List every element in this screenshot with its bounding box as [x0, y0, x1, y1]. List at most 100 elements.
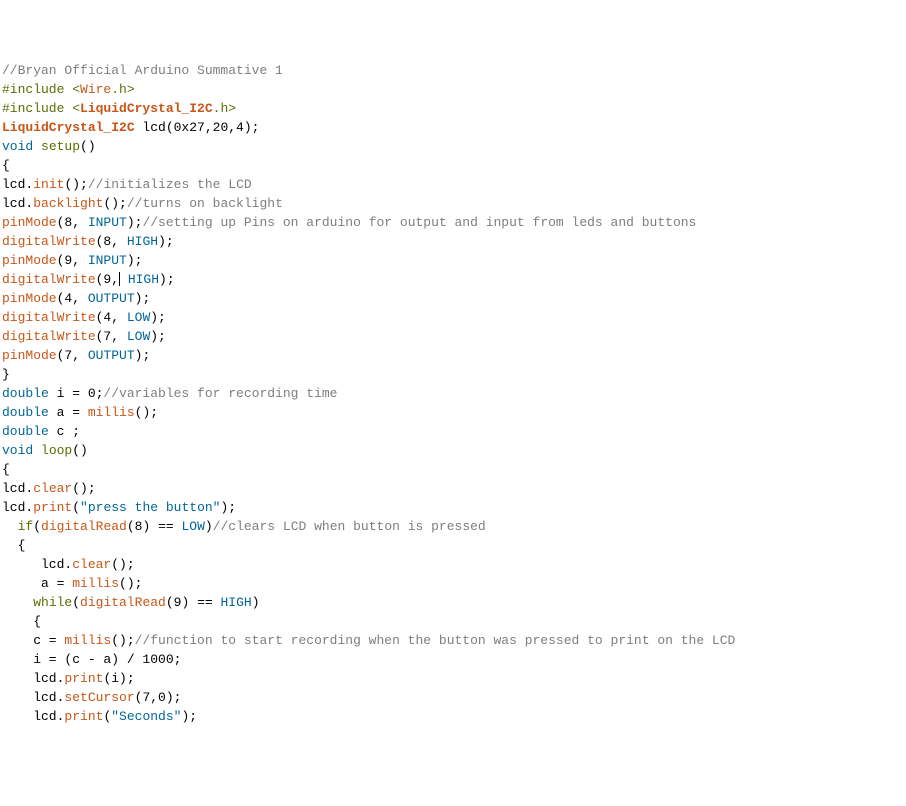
code-line: lcd.print("Seconds");: [2, 707, 904, 726]
code-token: digitalRead: [41, 519, 127, 534]
code-token: LOW: [181, 519, 204, 534]
code-line: lcd.init();//initializes the LCD: [2, 175, 904, 194]
code-token: (: [72, 595, 80, 610]
code-token: );: [220, 500, 236, 515]
code-token: ): [205, 519, 213, 534]
code-token: HIGH: [220, 595, 251, 610]
code-token: [33, 443, 41, 458]
code-token: lcd.: [2, 196, 33, 211]
code-token: digitalRead: [80, 595, 166, 610]
code-line: }: [2, 365, 904, 384]
code-token: );: [127, 215, 143, 230]
code-line: double a = millis();: [2, 403, 904, 422]
code-token: (8,: [96, 234, 127, 249]
code-line: pinMode(4, OUTPUT);: [2, 289, 904, 308]
code-line: lcd.setCursor(7,0);: [2, 688, 904, 707]
code-line: #include <Wire.h>: [2, 80, 904, 99]
code-token: Wire: [80, 82, 111, 97]
code-token: if: [18, 519, 34, 534]
code-token: a =: [2, 576, 72, 591]
code-token: ();: [135, 405, 158, 420]
code-line: {: [2, 156, 904, 175]
code-token: i = 0;: [49, 386, 104, 401]
code-token: [2, 595, 33, 610]
code-token: lcd.: [2, 690, 64, 705]
code-token: "press the button": [80, 500, 220, 515]
code-token: (7,0);: [135, 690, 182, 705]
code-token: double: [2, 424, 49, 439]
code-token: OUTPUT: [88, 348, 135, 363]
code-editor[interactable]: //Bryan Official Arduino Summative 1#inc…: [2, 61, 904, 726]
code-token: void: [2, 443, 33, 458]
code-token: lcd.: [2, 500, 33, 515]
code-line: lcd.print("press the button");: [2, 498, 904, 517]
code-token: ();: [119, 576, 142, 591]
code-token: init: [33, 177, 64, 192]
code-line: a = millis();: [2, 574, 904, 593]
code-token: backlight: [33, 196, 103, 211]
code-token: );: [135, 291, 151, 306]
code-line: //Bryan Official Arduino Summative 1: [2, 61, 904, 80]
code-token: (7,: [57, 348, 88, 363]
code-line: void loop(): [2, 441, 904, 460]
code-token: (4,: [96, 310, 127, 325]
code-token: ();: [111, 633, 134, 648]
code-line: pinMode(7, OUTPUT);: [2, 346, 904, 365]
code-token: LOW: [127, 310, 150, 325]
code-token: lcd.: [2, 557, 72, 572]
code-token: );: [135, 348, 151, 363]
code-token: HIGH: [127, 234, 158, 249]
code-token: //initializes the LCD: [88, 177, 252, 192]
code-line: digitalWrite(9, HIGH);: [2, 270, 904, 289]
code-token: setCursor: [64, 690, 134, 705]
code-token: lcd.: [2, 481, 33, 496]
code-token: while: [33, 595, 72, 610]
code-token: pinMode: [2, 253, 57, 268]
code-token: i = (c - a) / 1000;: [2, 652, 181, 667]
code-token: (8,: [57, 215, 88, 230]
code-token: millis: [64, 633, 111, 648]
code-token: (): [80, 139, 96, 154]
code-token: );: [150, 310, 166, 325]
code-line: lcd.clear();: [2, 479, 904, 498]
code-token: {: [2, 614, 41, 629]
code-token: (i);: [103, 671, 134, 686]
code-token: (9,: [57, 253, 88, 268]
code-token: (9,: [96, 272, 119, 287]
code-token: LiquidCrystal_I2C: [2, 120, 135, 135]
code-token: digitalWrite: [2, 310, 96, 325]
code-line: c = millis();//function to start recordi…: [2, 631, 904, 650]
code-token: millis: [88, 405, 135, 420]
code-token: LiquidCrystal_I2C: [80, 101, 213, 116]
code-line: digitalWrite(4, LOW);: [2, 308, 904, 327]
code-token: );: [181, 709, 197, 724]
code-token: [2, 519, 18, 534]
code-line: pinMode(9, INPUT);: [2, 251, 904, 270]
code-token: .h>: [111, 82, 134, 97]
code-line: while(digitalRead(9) == HIGH): [2, 593, 904, 612]
code-token: }: [2, 367, 10, 382]
code-token: //function to start recording when the b…: [135, 633, 736, 648]
code-token: lcd.: [2, 671, 64, 686]
code-token: INPUT: [88, 253, 127, 268]
code-token: (9) ==: [166, 595, 221, 610]
code-token: //setting up Pins on arduino for output …: [142, 215, 696, 230]
code-token: lcd.: [2, 709, 64, 724]
code-token: INPUT: [88, 215, 127, 230]
code-line: #include <LiquidCrystal_I2C.h>: [2, 99, 904, 118]
code-token: digitalWrite: [2, 234, 96, 249]
code-token: "Seconds": [111, 709, 181, 724]
code-line: i = (c - a) / 1000;: [2, 650, 904, 669]
code-token: ();: [111, 557, 134, 572]
code-token: setup: [41, 139, 80, 154]
code-line: double i = 0;//variables for recording t…: [2, 384, 904, 403]
code-line: void setup(): [2, 137, 904, 156]
code-token: clear: [33, 481, 72, 496]
code-line: {: [2, 536, 904, 555]
code-line: {: [2, 460, 904, 479]
code-token: lcd.: [2, 177, 33, 192]
code-token: [33, 139, 41, 154]
code-token: (8) ==: [127, 519, 182, 534]
code-token: HIGH: [120, 272, 159, 287]
code-token: {: [2, 538, 25, 553]
